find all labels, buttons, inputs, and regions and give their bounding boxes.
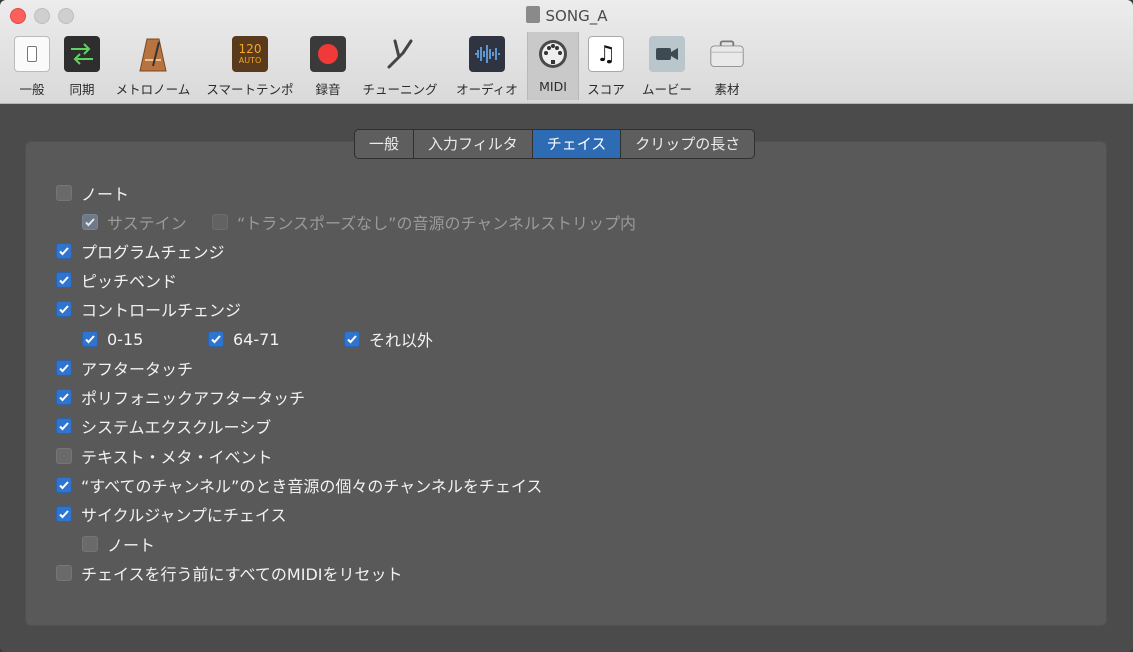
- tuning-fork-icon: [382, 36, 418, 72]
- option-cc-64-71[interactable]: 64-71: [208, 329, 280, 349]
- record-icon: [310, 36, 346, 72]
- option-program-change[interactable]: プログラムチェンジ: [56, 241, 225, 262]
- option-note[interactable]: ノート: [56, 183, 129, 204]
- option-reset-midi-before-chase[interactable]: チェイスを行う前にすべてのMIDIをリセット: [56, 563, 402, 584]
- tab-general[interactable]: 一般: [355, 130, 415, 158]
- toolbar: SONG_A 一般 同期 メトロノーム 120 AUTO スマートテンポ 録音 …: [0, 0, 1133, 104]
- option-control-change[interactable]: コントロールチェンジ: [56, 299, 241, 320]
- window-title-bar: SONG_A: [0, 6, 1133, 25]
- score-note-icon: ♫: [588, 36, 624, 72]
- option-cycle-jump-note[interactable]: ノート: [82, 534, 155, 555]
- sync-arrows-icon: [64, 36, 100, 72]
- option-no-transpose-channel-strip: “トランスポーズなし”の音源のチャンネルストリップ内: [212, 212, 636, 233]
- tab-input-filter[interactable]: 入力フィルタ: [414, 130, 533, 158]
- checkbox[interactable]: [56, 360, 72, 376]
- document-icon: [525, 6, 540, 23]
- tab-clip-length[interactable]: クリップの長さ: [621, 130, 754, 158]
- checkbox[interactable]: [56, 506, 72, 522]
- midi-connector-icon: [535, 36, 571, 72]
- midi-subtabs: 一般 入力フィルタ チェイス クリップの長さ: [354, 129, 756, 159]
- option-sysex[interactable]: システムエクスクルーシブ: [56, 416, 271, 437]
- toolbar-item-midi[interactable]: MIDI: [527, 32, 579, 100]
- toolbar-item-audio[interactable]: オーディオ: [451, 32, 523, 100]
- option-text-meta-events[interactable]: テキスト・メタ・イベント: [56, 446, 273, 467]
- option-chase-cycle-jump[interactable]: サイクルジャンプにチェイス: [56, 504, 286, 525]
- smart-tempo-icon: 120 AUTO: [232, 36, 268, 72]
- checkbox[interactable]: [56, 418, 72, 434]
- checkbox[interactable]: [344, 331, 360, 347]
- checkbox[interactable]: [82, 331, 98, 347]
- assets-case-icon: [709, 36, 745, 72]
- window-title: SONG_A: [545, 7, 608, 25]
- option-pitch-bend[interactable]: ピッチベンド: [56, 270, 177, 291]
- toolbar-item-sync[interactable]: 同期: [60, 32, 104, 100]
- checkbox[interactable]: [56, 185, 72, 201]
- preferences-content: ノート サステイン “トランスポーズなし”の音源のチャンネルストリップ内 プログ…: [0, 104, 1133, 652]
- toolbar-item-general[interactable]: 一般: [8, 32, 56, 100]
- option-poly-aftertouch[interactable]: ポリフォニックアフタータッチ: [56, 387, 305, 408]
- checkbox[interactable]: [56, 565, 72, 581]
- checkbox[interactable]: [56, 448, 72, 464]
- general-switch-icon: [14, 36, 50, 72]
- metronome-icon: [135, 36, 171, 72]
- checkbox: [212, 214, 228, 230]
- checkbox[interactable]: [56, 389, 72, 405]
- movie-camera-icon: [649, 36, 685, 72]
- toolbar-item-tuning[interactable]: チューニング: [357, 32, 443, 100]
- option-sustain: サステイン: [82, 212, 187, 233]
- checkbox[interactable]: [208, 331, 224, 347]
- toolbar-item-smart-tempo[interactable]: 120 AUTO スマートテンポ: [202, 32, 298, 100]
- toolbar-item-metronome[interactable]: メトロノーム: [110, 32, 196, 100]
- toolbar-item-score[interactable]: ♫ スコア: [584, 32, 628, 100]
- checkbox[interactable]: [82, 536, 98, 552]
- checkbox[interactable]: [56, 272, 72, 288]
- checkbox[interactable]: [56, 301, 72, 317]
- option-chase-all-channels[interactable]: “すべてのチャンネル”のとき音源の個々のチャンネルをチェイス: [56, 475, 542, 496]
- chase-panel: ノート サステイン “トランスポーズなし”の音源のチャンネルストリップ内 プログ…: [25, 141, 1107, 626]
- option-aftertouch[interactable]: アフタータッチ: [56, 358, 193, 379]
- audio-waveform-icon: [469, 36, 505, 72]
- checkbox: [82, 214, 98, 230]
- toolbar-item-assets[interactable]: 素材: [704, 32, 750, 100]
- checkbox[interactable]: [56, 243, 72, 259]
- checkbox[interactable]: [56, 477, 72, 493]
- toolbar-item-movie[interactable]: ムービー: [636, 32, 698, 100]
- option-cc-0-15[interactable]: 0-15: [82, 329, 143, 349]
- option-cc-other[interactable]: それ以外: [344, 329, 433, 350]
- preferences-window: SONG_A 一般 同期 メトロノーム 120 AUTO スマートテンポ 録音 …: [0, 0, 1133, 652]
- tab-chase[interactable]: チェイス: [532, 130, 622, 158]
- toolbar-item-recording[interactable]: 録音: [306, 32, 350, 100]
